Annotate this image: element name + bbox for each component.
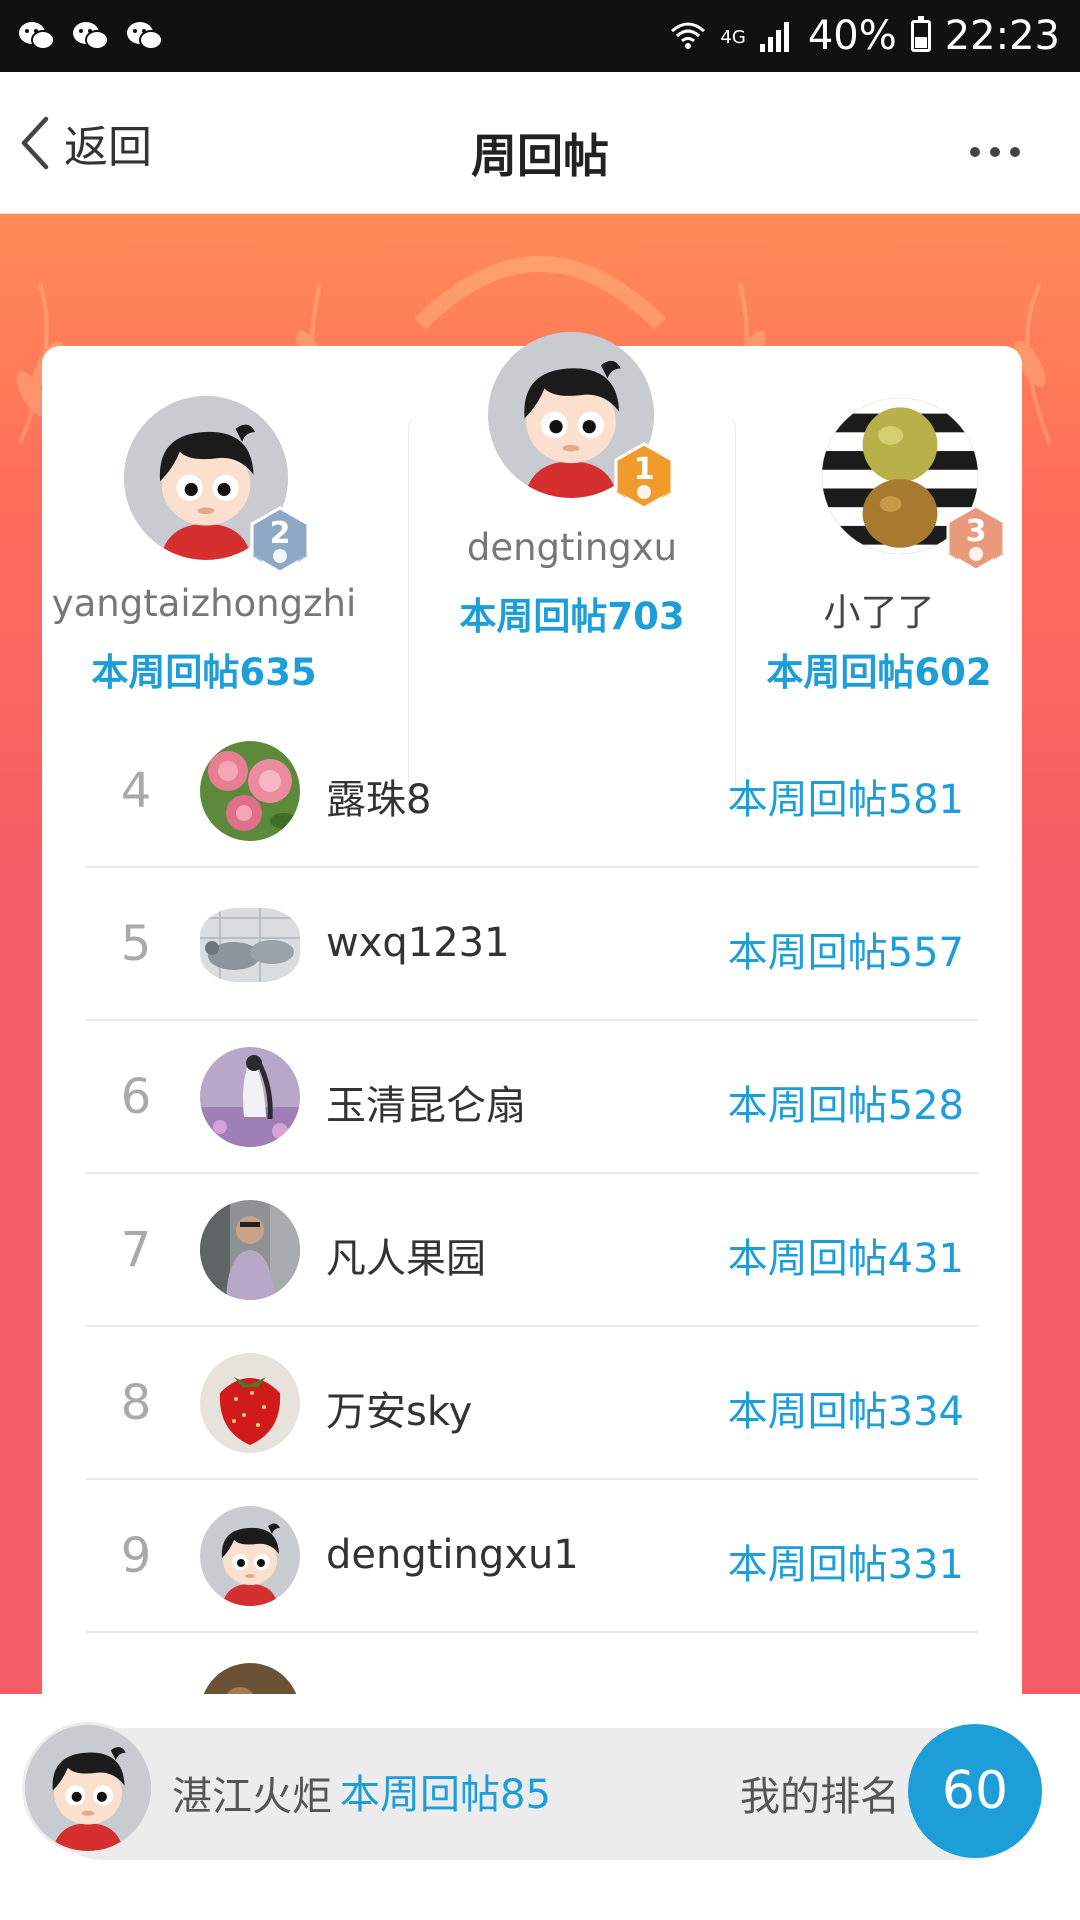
status-bar: 4G 40% 22:23 — [0, 0, 1080, 72]
leaderboard-area: 2 yangtaizhongzhi 本周回帖635 1 dengtingxu 本… — [0, 214, 1080, 1694]
weekly-replies: 本周回帖331 — [727, 1542, 964, 1588]
wechat-icon — [127, 22, 163, 50]
more-button[interactable] — [950, 132, 1040, 172]
cartoon-boy-avatar — [200, 1506, 300, 1606]
signal-icon — [759, 22, 789, 52]
username: wxq1231 — [326, 920, 510, 966]
more-dots-icon — [970, 147, 980, 157]
rank-badge-number: 1 — [633, 452, 655, 487]
list-item[interactable]: 9 dengtingxu1 本周回帖331 — [86, 1480, 978, 1633]
rank-number: 4 — [120, 763, 152, 819]
podium-score: 本周回帖703 — [459, 595, 685, 638]
notification-icons — [18, 20, 164, 52]
rank-badge-gold-icon: 1 — [612, 442, 676, 514]
weekly-replies: 本周回帖334 — [727, 1389, 964, 1435]
my-rank-badge: 60 — [908, 1724, 1042, 1858]
man-photo-avatar — [200, 1200, 300, 1300]
list-item[interactable]: 4 露珠8 本周回帖581 — [86, 715, 978, 868]
podium-username: yangtaizhongzhi — [51, 582, 357, 625]
ranking-list: 4 露珠8 本周回帖581 5 wxq1231 本周回帖557 6 玉清昆仑扇 … — [86, 715, 978, 1694]
flowers-avatar — [200, 1047, 300, 1147]
roses-avatar — [200, 741, 300, 841]
podium-score: 本周回帖635 — [91, 651, 317, 694]
system-status: 4G 40% 22:23 — [670, 13, 1060, 59]
username: 玉清昆仑扇 — [326, 1083, 526, 1129]
rank-number: 6 — [120, 1069, 152, 1125]
my-username: 湛江火炬 — [172, 1774, 332, 1820]
weekly-replies: 本周回帖431 — [727, 1236, 964, 1282]
rank-badge-bronze-icon: 3 — [944, 504, 1008, 576]
clock: 22:23 — [944, 13, 1060, 59]
weekly-replies: 本周回帖528 — [727, 1083, 964, 1129]
page-title: 周回帖 — [471, 129, 609, 183]
navigation-bar: 返回 周回帖 — [0, 72, 1080, 214]
rank-number: 8 — [120, 1375, 152, 1431]
my-rank-label: 我的排名 — [740, 1774, 900, 1820]
weekly-replies: 本周回帖557 — [727, 930, 964, 976]
rank-badge-number: 2 — [269, 516, 291, 551]
username: 万安sky — [326, 1389, 473, 1435]
rank-badge-number: 3 — [965, 514, 987, 549]
my-ranking-bar[interactable]: 湛江火炬 本周回帖85 我的排名 60 — [0, 1694, 1080, 1920]
pigeons-avatar — [200, 908, 300, 982]
list-item[interactable]: 5 wxq1231 本周回帖557 — [86, 868, 978, 1021]
rank-badge-silver-icon: 2 — [248, 506, 312, 578]
podium-score: 本周回帖602 — [766, 651, 992, 694]
list-item-partial[interactable] — [86, 1633, 978, 1694]
podium-username: dengtingxu — [466, 526, 678, 569]
list-item[interactable]: 8 万安sky 本周回帖334 — [86, 1327, 978, 1480]
list-item[interactable]: 7 凡人果园 本周回帖431 — [86, 1174, 978, 1327]
avatar — [200, 1663, 300, 1694]
battery-icon — [910, 16, 931, 52]
rank-number: 7 — [120, 1222, 152, 1278]
list-item[interactable]: 6 玉清昆仑扇 本周回帖528 — [86, 1021, 978, 1174]
weekly-replies: 本周回帖581 — [727, 777, 964, 823]
username: 露珠8 — [326, 777, 432, 823]
wifi-icon — [671, 22, 706, 49]
my-avatar[interactable] — [22, 1722, 154, 1854]
podium-username: 小了了 — [823, 591, 935, 634]
network-type: 4G — [720, 27, 746, 48]
battery-percent: 40% — [807, 13, 897, 59]
wechat-icon — [19, 22, 55, 50]
rank-number: 5 — [120, 916, 152, 972]
wechat-icon — [73, 22, 109, 50]
strawberry-avatar — [200, 1353, 300, 1453]
rank-number: 9 — [120, 1528, 152, 1584]
username: 凡人果园 — [326, 1236, 486, 1282]
username: dengtingxu1 — [326, 1532, 579, 1578]
my-weekly-replies: 本周回帖85 — [340, 1772, 551, 1818]
